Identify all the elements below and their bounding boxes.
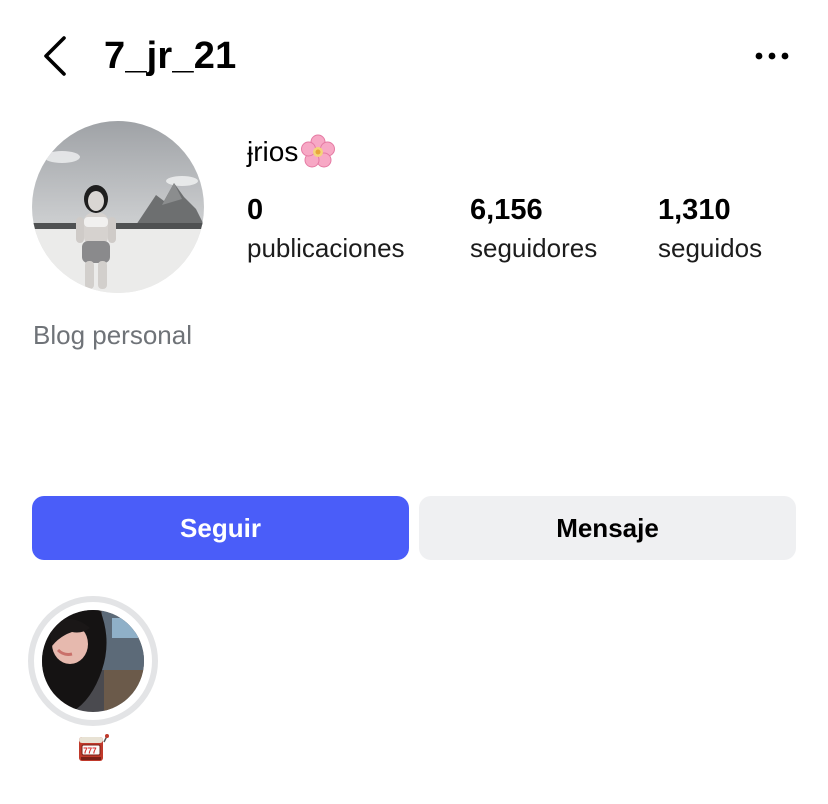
back-chevron-icon[interactable] bbox=[38, 34, 74, 78]
message-button[interactable]: Mensaje bbox=[419, 496, 796, 560]
display-name: ɉrios bbox=[247, 134, 336, 170]
posts-count: 0 bbox=[247, 194, 264, 226]
username-title: 7_jr_21 bbox=[104, 35, 237, 77]
slot-machine-icon: 777 bbox=[79, 734, 109, 761]
stat-posts[interactable]: 0 publicaciones bbox=[247, 192, 405, 265]
profile-avatar[interactable] bbox=[32, 121, 204, 293]
following-label: seguidos bbox=[658, 233, 763, 263]
follow-button[interactable]: Seguir bbox=[32, 496, 409, 560]
highlight-photo bbox=[42, 610, 144, 712]
followers-count: 6,156 bbox=[470, 194, 543, 226]
display-name-text: ɉrios bbox=[247, 136, 299, 167]
more-options-icon[interactable] bbox=[752, 42, 792, 70]
posts-label: publicaciones bbox=[247, 233, 405, 263]
cherry-blossom-icon bbox=[301, 134, 336, 168]
stat-followers[interactable]: 6,156 seguidores bbox=[470, 192, 597, 265]
avatar-photo bbox=[32, 121, 204, 293]
stat-following[interactable]: 1,310 seguidos bbox=[658, 192, 762, 265]
profile-header: 7_jr_21 bbox=[0, 0, 828, 112]
following-count: 1,310 bbox=[658, 194, 731, 226]
svg-text:777: 777 bbox=[83, 747, 97, 756]
story-highlight[interactable] bbox=[28, 596, 158, 726]
highlight-cover bbox=[42, 610, 144, 712]
followers-label: seguidores bbox=[470, 233, 598, 263]
profile-category: Blog personal bbox=[33, 320, 192, 350]
